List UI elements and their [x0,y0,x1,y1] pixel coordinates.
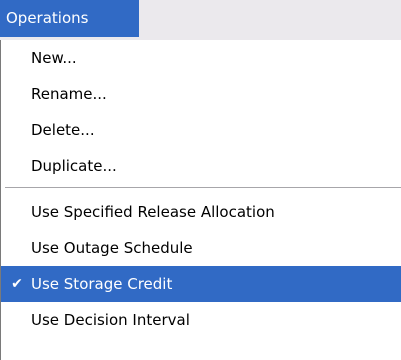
menu-item-rename[interactable]: Rename... [1,76,401,112]
menu-separator [5,187,401,191]
menu-item-label: Use Outage Schedule [31,239,193,257]
menubar: Operations [0,0,401,40]
checkmark-icon: ✔ [11,276,23,292]
menu-item-use-specified-release-allocation[interactable]: Use Specified Release Allocation [1,194,401,230]
menu-item-label: Use Decision Interval [31,311,190,329]
menu-item-label: Use Specified Release Allocation [31,203,275,221]
menu-item-new[interactable]: New... [1,40,401,76]
menu-item-delete[interactable]: Delete... [1,112,401,148]
operations-menu-title[interactable]: Operations [0,0,139,37]
menu-item-label: Use Storage Credit [31,275,173,293]
operations-dropdown-menu: New... Rename... Delete... Duplicate... … [0,40,401,360]
menu-item-use-storage-credit[interactable]: ✔ Use Storage Credit [1,266,401,302]
menu-item-use-outage-schedule[interactable]: Use Outage Schedule [1,230,401,266]
menu-item-duplicate[interactable]: Duplicate... [1,148,401,184]
menu-item-use-decision-interval[interactable]: Use Decision Interval [1,302,401,338]
